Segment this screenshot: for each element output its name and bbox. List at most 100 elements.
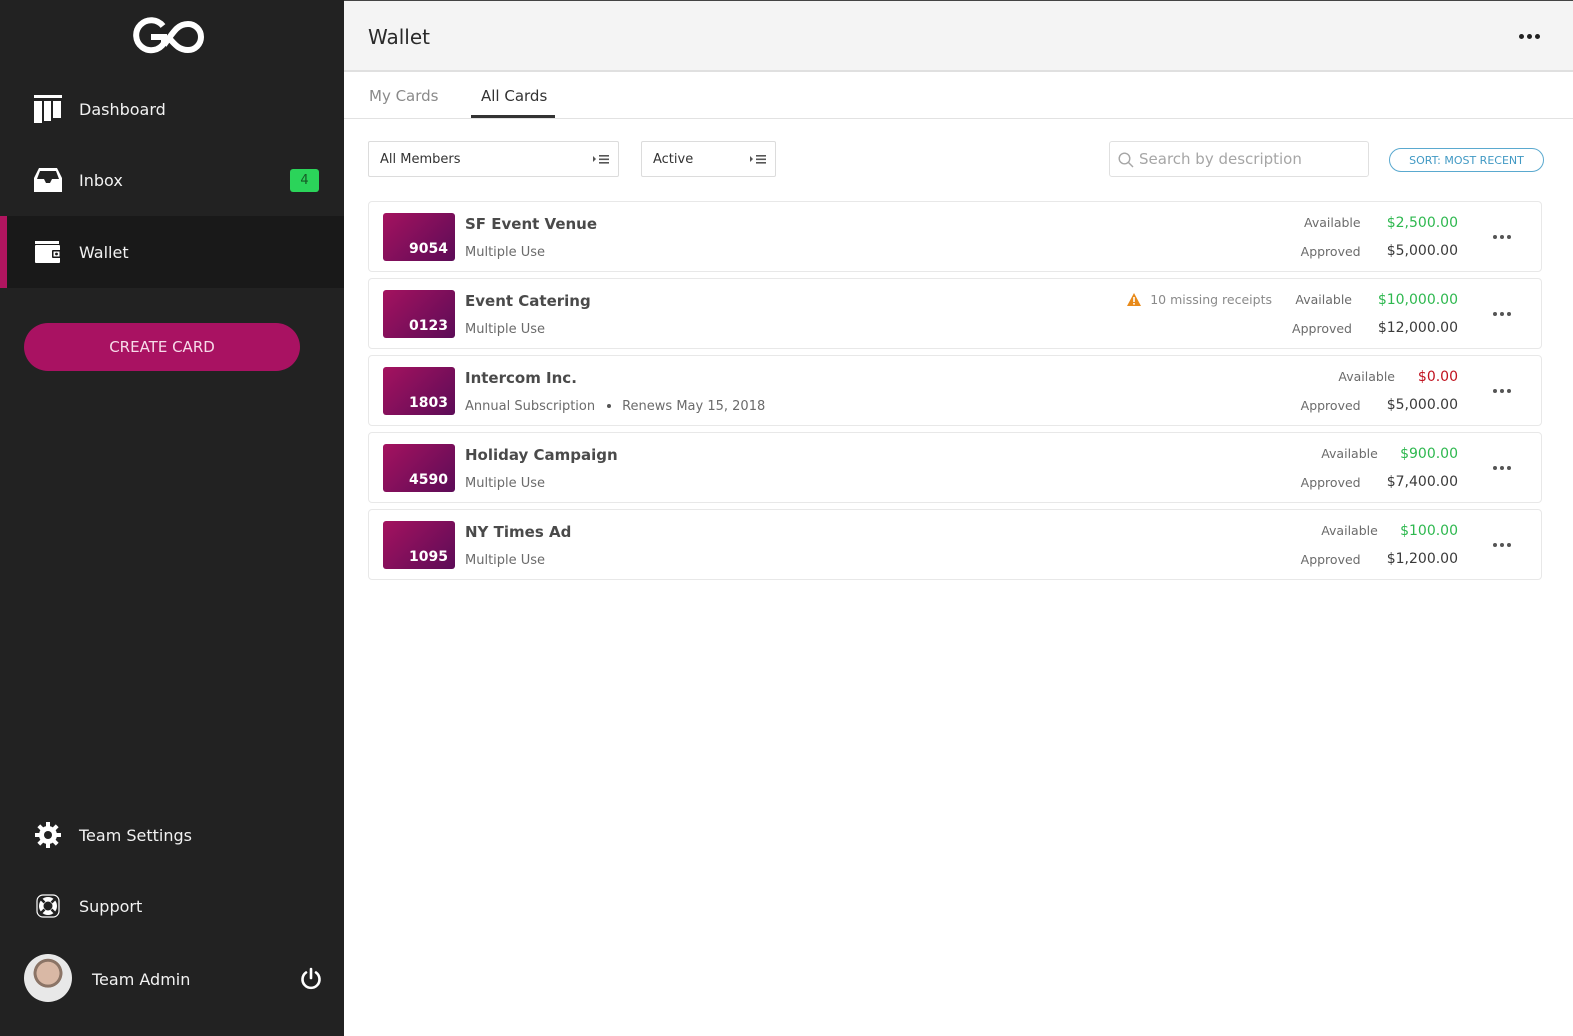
card-last4: 9054 — [409, 241, 448, 257]
inbox-icon — [33, 165, 63, 195]
user-profile: Team Admin — [0, 950, 344, 1010]
card-thumbnail: 1095 — [383, 521, 455, 569]
card-thumbnail: 9054 — [383, 213, 455, 261]
card-subtitle: Multiple Use — [465, 245, 545, 260]
card-name: NY Times Ad — [465, 523, 572, 541]
sidebar-item-label: Dashboard — [79, 99, 166, 119]
card-name: Intercom Inc. — [465, 369, 577, 387]
gear-icon — [33, 820, 63, 850]
inbox-count-badge: 4 — [290, 168, 319, 192]
tab-all-cards[interactable]: All Cards — [481, 87, 547, 105]
warning-text: 10 missing receipts — [1150, 292, 1272, 307]
available-amount: $2,500.00 — [1386, 215, 1458, 231]
available-label: Available — [1321, 446, 1378, 461]
sidebar-item-dashboard[interactable]: Dashboard — [0, 73, 344, 145]
card-row[interactable]: 9054 SF Event Venue Multiple Use Availab… — [368, 201, 1542, 272]
card-last4: 1803 — [409, 395, 448, 411]
sidebar-item-team-settings[interactable]: Team Settings — [0, 799, 344, 871]
available-amount: $900.00 — [1400, 446, 1458, 462]
active-tab-indicator — [471, 115, 555, 118]
card-type: Multiple Use — [465, 553, 546, 568]
dropdown-list-icon — [750, 155, 766, 164]
card-thumbnail: 0123 — [383, 290, 455, 338]
card-row[interactable]: 1095 NY Times Ad Multiple Use Available … — [368, 509, 1542, 580]
create-card-button[interactable]: CREATE CARD — [24, 323, 300, 371]
card-renewal-date: Renews May 15, 2018 — [622, 399, 766, 414]
card-more-options-icon[interactable] — [1493, 463, 1517, 473]
card-type: Multiple Use — [465, 322, 546, 337]
card-type: Multiple Use — [465, 245, 546, 260]
card-more-options-icon[interactable] — [1493, 386, 1517, 396]
approved-label: Approved — [1300, 244, 1361, 259]
available-amount: $0.00 — [1417, 369, 1458, 385]
card-name: Event Catering — [465, 292, 591, 310]
search-input[interactable] — [1139, 148, 1363, 170]
card-subtitle: Annual Subscription Renews May 15, 2018 — [465, 399, 765, 414]
sidebar-item-label: Inbox — [79, 170, 123, 190]
sidebar: Dashboard Inbox 4 Wallet CREATE CARD Tea… — [0, 0, 344, 1036]
dashboard-icon — [33, 94, 63, 124]
card-thumbnail: 4590 — [383, 444, 455, 492]
card-last4: 0123 — [409, 318, 448, 334]
tab-my-cards[interactable]: My Cards — [369, 87, 439, 105]
sidebar-item-label: Team Settings — [79, 825, 192, 845]
approved-label: Approved — [1300, 552, 1361, 567]
tab-bar: My Cards All Cards — [344, 74, 1573, 119]
available-label: Available — [1295, 292, 1352, 307]
dropdown-list-icon — [593, 155, 609, 164]
wallet-icon — [33, 237, 63, 267]
card-subtitle: Multiple Use — [465, 476, 545, 491]
approved-label: Approved — [1300, 475, 1361, 490]
sidebar-item-label: Support — [79, 896, 143, 916]
user-name: Team Admin — [92, 970, 191, 989]
approved-amount: $1,200.00 — [1386, 551, 1458, 567]
card-row[interactable]: 0123 Event Catering Multiple Use Availab… — [368, 278, 1542, 349]
warning-icon — [1127, 293, 1142, 306]
approved-amount: $7,400.00 — [1386, 474, 1458, 490]
go-logo[interactable] — [130, 17, 208, 57]
members-filter-select[interactable]: All Members — [368, 141, 619, 177]
sidebar-item-inbox[interactable]: Inbox 4 — [0, 144, 344, 216]
more-options-icon[interactable] — [1519, 29, 1543, 43]
status-filter-value: Active — [653, 151, 694, 167]
card-name: SF Event Venue — [465, 215, 598, 233]
top-bar: Wallet — [344, 1, 1573, 72]
approved-amount: $5,000.00 — [1386, 243, 1458, 259]
card-thumbnail: 1803 — [383, 367, 455, 415]
card-last4: 4590 — [409, 472, 448, 488]
main-content: Wallet My Cards All Cards All Members Ac… — [344, 0, 1573, 1036]
available-amount: $10,000.00 — [1377, 292, 1458, 308]
card-more-options-icon[interactable] — [1493, 232, 1517, 242]
members-filter-value: All Members — [380, 151, 461, 167]
separator-dot — [607, 403, 612, 408]
approved-label: Approved — [1300, 398, 1361, 413]
available-label: Available — [1304, 215, 1361, 230]
available-label: Available — [1338, 369, 1395, 384]
sidebar-item-support[interactable]: Support — [0, 870, 344, 942]
lifebuoy-icon — [33, 891, 63, 921]
search-box — [1109, 141, 1369, 177]
card-subtitle: Multiple Use — [465, 553, 545, 568]
sidebar-item-wallet[interactable]: Wallet — [0, 216, 344, 288]
card-more-options-icon[interactable] — [1493, 309, 1517, 319]
card-name: Holiday Campaign — [465, 446, 618, 464]
power-icon[interactable] — [299, 967, 323, 991]
avatar[interactable] — [24, 954, 72, 1002]
page-title: Wallet — [368, 25, 431, 49]
card-last4: 1095 — [409, 549, 448, 565]
card-type: Multiple Use — [465, 476, 546, 491]
missing-receipts-warning[interactable]: 10 missing receipts — [1127, 292, 1272, 307]
card-subtitle: Multiple Use — [465, 322, 545, 337]
approved-label: Approved — [1292, 321, 1352, 336]
available-label: Available — [1321, 523, 1378, 538]
sort-button[interactable]: SORT: MOST RECENT — [1389, 148, 1544, 172]
available-amount: $100.00 — [1400, 523, 1458, 539]
approved-amount: $12,000.00 — [1377, 320, 1458, 336]
card-more-options-icon[interactable] — [1493, 540, 1517, 550]
card-row[interactable]: 1803 Intercom Inc. Annual Subscription Re… — [368, 355, 1542, 426]
status-filter-select[interactable]: Active — [641, 141, 776, 177]
card-row[interactable]: 4590 Holiday Campaign Multiple Use Avail… — [368, 432, 1542, 503]
approved-amount: $5,000.00 — [1386, 397, 1458, 413]
sidebar-item-label: Wallet — [79, 242, 129, 262]
card-type: Annual Subscription — [465, 399, 596, 414]
